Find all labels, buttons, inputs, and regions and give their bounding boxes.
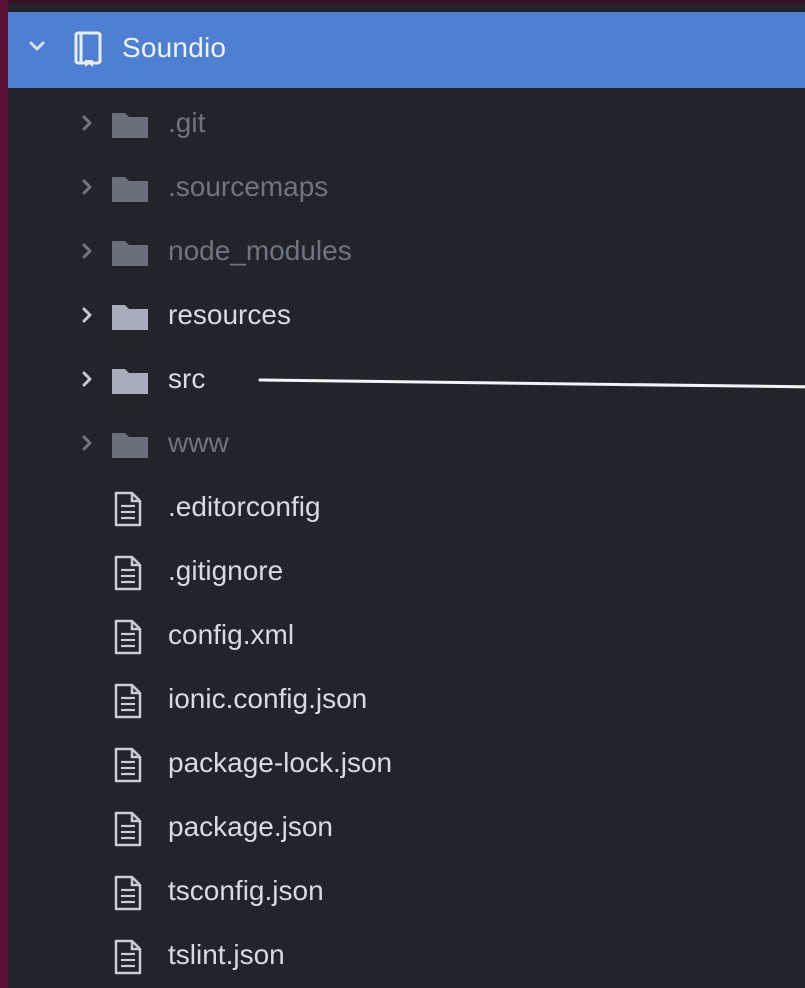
file-text-icon [114, 619, 142, 655]
chevron-right-icon[interactable] [80, 370, 94, 388]
folder-row[interactable]: node_modules [8, 220, 805, 284]
chevron-right-icon[interactable] [80, 242, 94, 260]
file-row[interactable]: package-lock.json [8, 732, 805, 796]
file-row[interactable]: config.xml [8, 604, 805, 668]
file-text-icon [114, 875, 142, 911]
folder-row[interactable]: www [8, 412, 805, 476]
file-text-icon [114, 939, 142, 975]
book-icon [74, 31, 102, 67]
file-label: tsconfig.json [168, 875, 324, 906]
chevron-right-icon[interactable] [80, 306, 94, 324]
file-label: .gitignore [168, 555, 284, 586]
file-label: .editorconfig [168, 491, 321, 522]
file-row[interactable]: tsconfig.json [8, 860, 805, 924]
project-root-label: Soundio [122, 32, 227, 63]
file-label: package-lock.json [168, 747, 393, 778]
folder-label: src [168, 363, 206, 394]
chevron-right-icon[interactable] [80, 114, 94, 132]
chevron-right-icon[interactable] [80, 434, 94, 452]
file-label: ionic.config.json [168, 683, 368, 714]
folder-icon [112, 241, 148, 266]
folder-label: resources [168, 299, 291, 330]
folder-icon [112, 113, 148, 138]
file-row[interactable]: .editorconfig [8, 476, 805, 540]
chevron-down-icon[interactable] [28, 38, 46, 56]
file-row[interactable]: .gitignore [8, 540, 805, 604]
folder-label: .sourcemaps [168, 171, 329, 202]
file-label: package.json [168, 811, 334, 842]
file-label: tslint.json [168, 939, 285, 970]
file-text-icon [114, 683, 142, 719]
file-row[interactable]: ionic.config.json [8, 668, 805, 732]
file-row[interactable]: tslint.json [8, 924, 805, 988]
file-text-icon [114, 747, 142, 783]
folder-row[interactable]: .git [8, 92, 805, 156]
project-root-row[interactable]: Soundio [8, 12, 805, 88]
folder-row[interactable]: resources [8, 284, 805, 348]
file-label: config.xml [168, 619, 295, 650]
tree-view-panel: Soundio .git .sourcemaps node_modulesresou… [8, 0, 805, 988]
file-row[interactable]: package.json [8, 796, 805, 860]
folder-icon [112, 369, 148, 394]
folder-label: .git [168, 107, 206, 138]
chevron-right-icon[interactable] [80, 178, 94, 196]
folder-icon [112, 305, 148, 330]
file-text-icon [114, 491, 142, 527]
folder-icon [112, 177, 148, 202]
file-text-icon [114, 555, 142, 591]
folder-label: node_modules [168, 235, 352, 266]
file-text-icon [114, 811, 142, 847]
folder-label: www [168, 427, 229, 458]
annotation-line [258, 378, 805, 389]
folder-row[interactable]: .sourcemaps [8, 156, 805, 220]
folder-icon [112, 433, 148, 458]
